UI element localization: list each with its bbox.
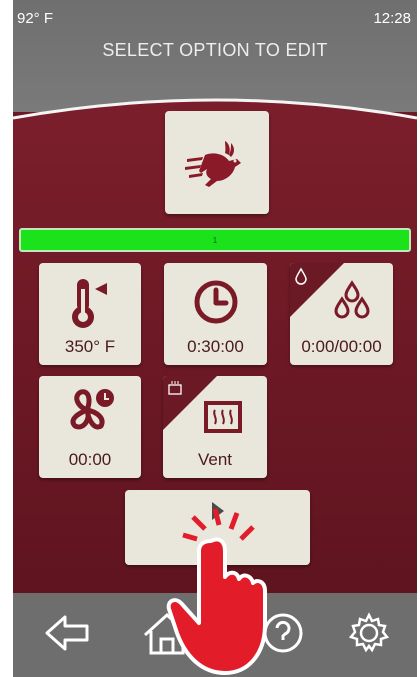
thermometer-icon xyxy=(72,279,107,328)
home-icon[interactable] xyxy=(141,611,193,657)
clock-icon xyxy=(194,280,237,324)
vent-setting-button[interactable]: Vent xyxy=(163,376,267,478)
humidity-value: 0:00/00:00 xyxy=(301,337,382,356)
fan-timer-value: 00:00 xyxy=(68,450,112,469)
cook-time-button[interactable]: 0:30:00 xyxy=(164,263,267,365)
help-icon[interactable] xyxy=(261,611,305,655)
speed-mode-button[interactable] xyxy=(165,111,269,214)
gear-icon[interactable] xyxy=(347,611,391,655)
water-drops-icon xyxy=(334,280,370,319)
ambient-temperature: 92° F xyxy=(17,10,54,27)
progress-label: 1 xyxy=(212,235,218,245)
start-button[interactable] xyxy=(125,490,310,565)
temperature-setting-button[interactable]: 350° F xyxy=(39,263,141,365)
temperature-value: 350° F xyxy=(64,337,116,356)
bottom-nav-bar xyxy=(13,593,417,677)
cook-time-value: 0:30:00 xyxy=(187,337,244,356)
play-icon xyxy=(211,502,224,520)
running-rabbit-icon xyxy=(185,141,241,187)
oven-screen: 92° F 12:28 SELECT OPTION TO EDIT 1 350°… xyxy=(13,0,417,677)
progress-bar: 1 xyxy=(19,228,411,252)
vent-label: Vent xyxy=(197,450,233,469)
vent-small-icon xyxy=(168,381,182,395)
humidity-setting-button[interactable]: 0:00/00:00 xyxy=(290,263,393,365)
fan-timer-icon xyxy=(70,389,114,430)
vent-icon xyxy=(204,401,243,433)
fan-setting-button[interactable]: 00:00 xyxy=(39,376,141,478)
page-title: SELECT OPTION TO EDIT xyxy=(102,40,328,60)
water-drop-small-icon xyxy=(295,267,307,285)
clock-time: 12:28 xyxy=(373,10,411,27)
back-arrow-icon[interactable] xyxy=(43,611,93,655)
